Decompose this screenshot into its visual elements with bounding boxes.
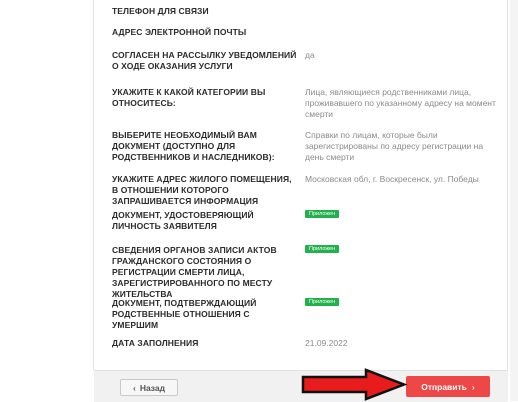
field-value: Справки по лицам, которые были зарегистр… (305, 130, 484, 162)
annotation-arrow-icon (301, 368, 408, 401)
field-label: УКАЖИТЕ К КАКОЙ КАТЕГОРИИ ВЫ ОТНОСИТЕСЬ: (112, 87, 266, 108)
scrollbar-track[interactable] (510, 0, 518, 401)
field-label: ДОКУМЕНТ, ПОДТВЕРЖДАЮЩИЙ РОДСТВЕННЫЕ ОТН… (112, 298, 257, 330)
field-label: ДАТА ЗАПОЛНЕНИЯ (112, 338, 199, 348)
field-label: СОГЛАСЕН НА РАССЫЛКУ УВЕДОМЛЕНИЙ О ХОДЕ … (112, 50, 297, 71)
chevron-right-icon: › (471, 381, 475, 392)
field-value: 21.09.2022 (305, 338, 348, 348)
chevron-left-icon: ‹ (132, 382, 136, 393)
field-value: Московская обл, г. Воскресенск, ул. Побе… (305, 174, 479, 184)
field-label: ВЫБЕРИТЕ НЕОБХОДИМЫЙ ВАМ ДОКУМЕНТ (ДОСТУ… (112, 130, 275, 162)
content-left-border (93, 0, 94, 370)
content-right-border (507, 0, 508, 370)
attached-badge: Приложен (305, 298, 340, 306)
field-value: да (305, 50, 315, 60)
field-label: ДОКУМЕНТ, УДОСТОВЕРЯЮЩИЙ ЛИЧНОСТЬ ЗАЯВИТ… (112, 210, 254, 231)
field-value: Лица, являющиеся родственниками лица, пр… (305, 87, 496, 119)
back-button[interactable]: ‹ Назад (120, 379, 178, 396)
field-label: ТЕЛЕФОН ДЛЯ СВЯЗИ (112, 6, 209, 16)
submit-button[interactable]: Отправить › (406, 376, 490, 397)
back-button-label: Назад (139, 382, 166, 393)
field-label: АДРЕС ЭЛЕКТРОННОЙ ПОЧТЫ (112, 27, 247, 37)
attached-badge: Приложен (305, 245, 340, 253)
field-label: УКАЖИТЕ АДРЕС ЖИЛОГО ПОМЕЩЕНИЯ, В ОТНОШЕ… (112, 174, 292, 206)
attached-badge: Приложен (305, 210, 340, 218)
submit-button-label: Отправить (421, 381, 467, 392)
field-label: СВЕДЕНИЯ ОРГАНОВ ЗАПИСИ АКТОВ ГРАЖДАНСКО… (112, 245, 277, 299)
